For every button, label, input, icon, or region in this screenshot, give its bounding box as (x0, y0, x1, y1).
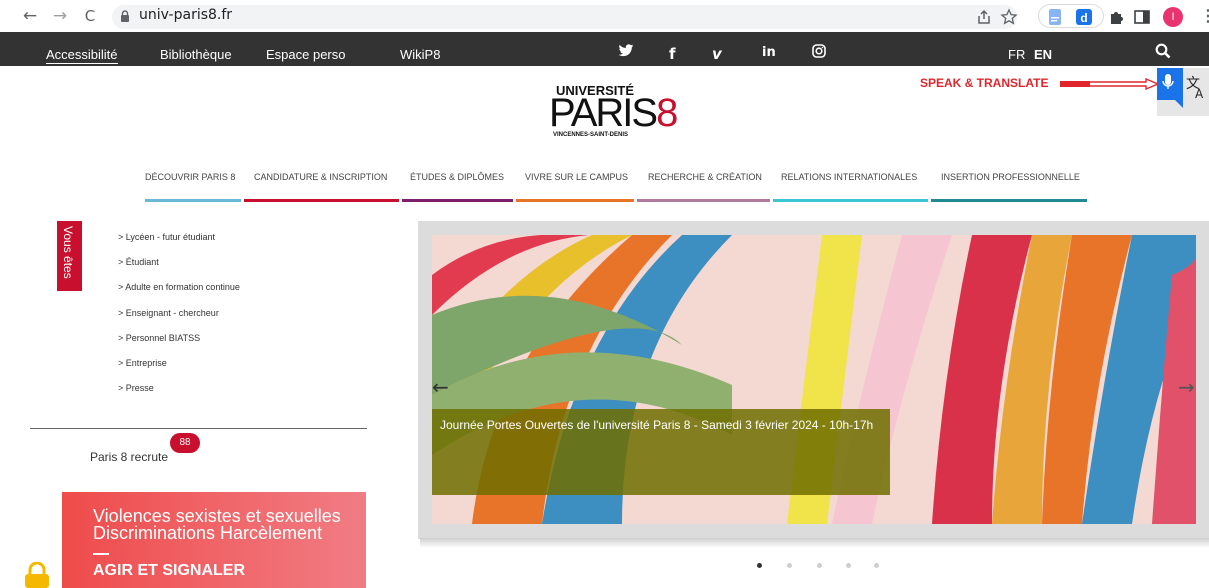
instagram-icon[interactable] (812, 44, 826, 58)
padlock-icon (25, 562, 49, 588)
lang-en-link[interactable]: EN (1034, 47, 1052, 62)
menu-underline (637, 199, 770, 202)
bookmark-star-icon[interactable] (1000, 8, 1018, 26)
carousel-next-arrow[interactable]: → (1178, 375, 1195, 399)
menu-relations-internationales[interactable]: RELATIONS INTERNATIONALES (781, 172, 917, 182)
nav-espace-perso[interactable]: Espace perso (266, 47, 346, 62)
sidebar-item-entreprise[interactable]: > Entreprise (118, 358, 167, 368)
sidebar-item-biatss[interactable]: > Personnel BIATSS (118, 333, 200, 343)
sidebar-item-etudiant[interactable]: > Étudiant (118, 257, 159, 267)
menu-decouvrir[interactable]: DÉCOUVRIR PARIS 8 (145, 172, 235, 182)
menu-candidature[interactable]: CANDIDATURE & INSCRIPTION (254, 172, 387, 182)
reload-icon[interactable]: C (80, 6, 100, 26)
share-icon[interactable] (975, 8, 993, 26)
logo-vincennes: VINCENNES-SAINT-DENIS (553, 132, 629, 138)
logo-paris-text: PARIS (549, 91, 658, 135)
carousel-prev-arrow[interactable]: ← (432, 375, 449, 399)
nav-wikip8[interactable]: WikiP8 (400, 47, 440, 62)
sidebar-item-presse[interactable]: > Presse (118, 383, 154, 393)
vimeo-icon[interactable]: v (712, 45, 722, 63)
menu-underline (402, 199, 513, 202)
carousel-dot[interactable] (817, 563, 822, 568)
kebab-menu-icon[interactable]: ⋮ (1200, 6, 1209, 26)
vss-cta[interactable]: AGIR ET SIGNALER (93, 562, 245, 580)
lock-icon (121, 10, 129, 22)
logo-digit: 8 (656, 91, 678, 135)
url-text[interactable]: univ-paris8.fr (139, 7, 232, 23)
speak-translate-label: SPEAK & TRANSLATE (920, 76, 1049, 90)
lang-fr-link[interactable]: FR (1008, 47, 1025, 62)
puzzle-extensions-icon[interactable] (1107, 8, 1125, 26)
vous-etes-tab: Vous êtes (57, 221, 82, 291)
recrute-link[interactable]: Paris 8 recrute (90, 450, 168, 464)
microphone-translate-icon[interactable]: 文 A (1157, 68, 1209, 116)
address-bar[interactable] (112, 5, 1017, 29)
carousel-dot[interactable] (874, 563, 879, 568)
menu-etudes[interactable]: ÉTUDES & DIPLÔMES (410, 172, 504, 182)
nav-bibliotheque[interactable]: Bibliothèque (160, 47, 232, 62)
sidebar-item-lyceen[interactable]: > Lycéen - futur étudiant (118, 232, 215, 242)
nav-accessibility[interactable]: Accessibilité (46, 47, 118, 64)
menu-underline (516, 199, 634, 202)
svg-text:A: A (1195, 87, 1204, 101)
sidebar-item-adulte[interactable]: > Adulte en formation continue (118, 282, 240, 292)
carousel-dot[interactable] (757, 563, 762, 568)
recrute-count-badge: 88 (170, 433, 200, 453)
linkedin-icon[interactable]: in (762, 45, 776, 60)
divider (30, 428, 367, 429)
twitter-icon[interactable] (618, 44, 634, 58)
svg-text:d: d (1080, 11, 1087, 25)
vss-divider (93, 553, 109, 555)
vous-etes-label: Vous êtes (61, 226, 75, 279)
browser-toolbar: ← → C univ-paris8.fr d I ⋮ (0, 0, 1209, 32)
facebook-icon[interactable]: f (669, 45, 676, 63)
topbar-shape (395, 32, 1209, 66)
carousel-dot[interactable] (787, 563, 792, 568)
menu-underline (773, 199, 928, 202)
arrow-right-icon (1060, 78, 1160, 90)
menu-recherche[interactable]: RECHERCHE & CRÉATION (648, 172, 762, 182)
carousel-dot[interactable] (846, 563, 851, 568)
menu-insertion[interactable]: INSERTION PROFESSIONNELLE (941, 172, 1080, 182)
menu-underline (244, 199, 399, 202)
vss-title: Violences sexistes et sexuelles Discrimi… (93, 506, 341, 543)
docs-extension-icon[interactable] (1046, 8, 1064, 26)
back-icon[interactable]: ← (20, 6, 40, 26)
menu-underline (145, 199, 241, 202)
search-icon[interactable] (1155, 43, 1171, 59)
menu-vivre-campus[interactable]: VIVRE SUR LE CAMPUS (525, 172, 628, 182)
d-extension-icon[interactable]: d (1075, 8, 1093, 26)
menu-underline (931, 199, 1087, 202)
forward-icon[interactable]: → (50, 6, 70, 26)
profile-avatar[interactable]: I (1163, 7, 1183, 27)
side-panel-icon[interactable] (1133, 8, 1151, 26)
logo-paris8[interactable]: PARIS8 (549, 91, 678, 136)
carousel-shadow (420, 538, 1209, 548)
slide-caption[interactable]: Journée Portes Ouvertes de l'université … (440, 418, 873, 432)
sidebar-item-enseignant[interactable]: > Enseignant - chercheur (118, 308, 219, 318)
